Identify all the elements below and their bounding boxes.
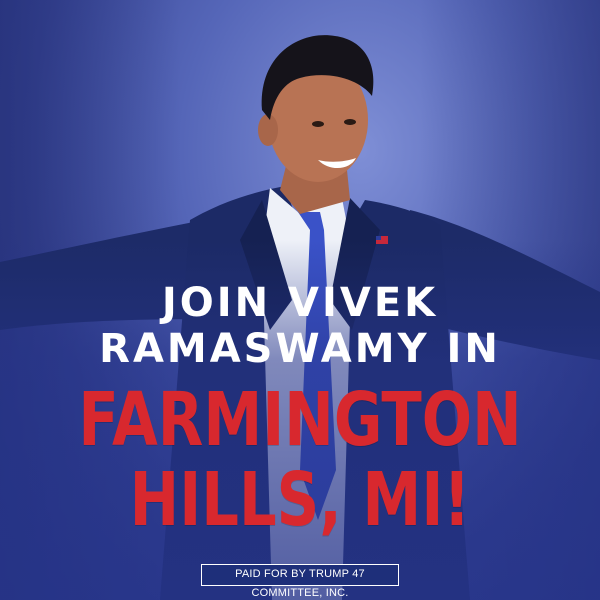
headline-line-1: JOIN VIVEK <box>161 280 439 326</box>
paid-for-disclaimer: PAID FOR BY TRUMP 47 COMMITTEE, INC. <box>201 564 399 599</box>
event-graphic: JOIN VIVEK RAMASWAMY IN FARMINGTON HILLS… <box>0 0 600 600</box>
headline-line-2: RAMASWAMY IN <box>99 326 501 372</box>
location-line-1: FARMINGTON <box>78 377 522 463</box>
location-line-2: HILLS, MI! <box>129 457 471 543</box>
